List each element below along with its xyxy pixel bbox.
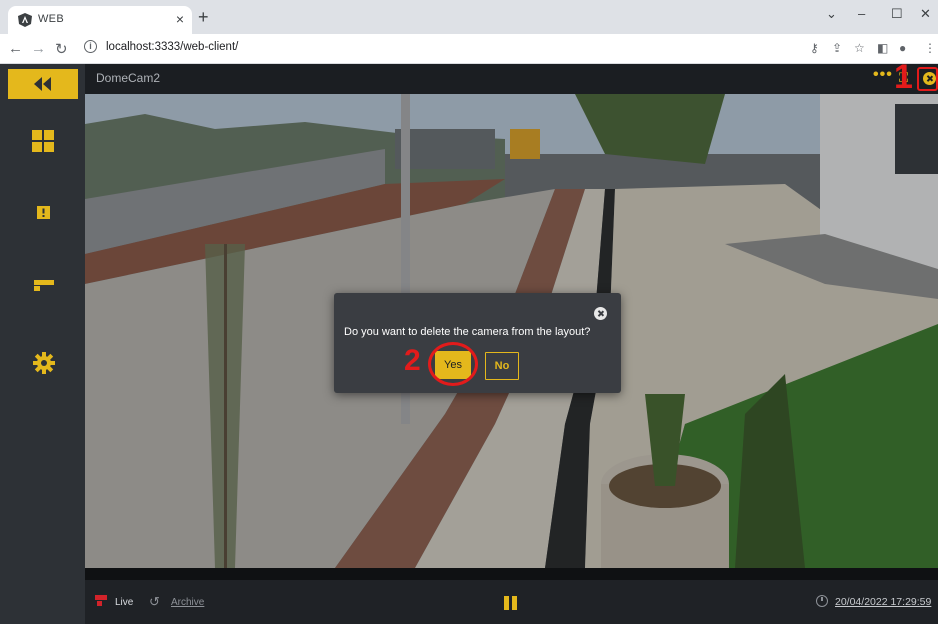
archive-tab[interactable]: Archive <box>171 597 204 608</box>
minimize-icon[interactable]: – <box>858 6 865 21</box>
cameras-icon[interactable] <box>34 280 54 291</box>
window-close-icon[interactable]: ✕ <box>920 6 931 22</box>
back-arrow-icon[interactable]: ← <box>8 40 23 57</box>
share-icon[interactable]: ⇪ <box>832 41 842 55</box>
key-icon[interactable]: ⚷ <box>810 41 819 55</box>
tab-title: WEB <box>38 13 64 25</box>
camera-name: DomeCam2 <box>96 71 161 85</box>
annotation-circle-yes <box>428 342 478 386</box>
pause-icon-bar <box>512 596 517 610</box>
url-text[interactable]: localhost:3333/web-client/ <box>106 41 238 53</box>
app-sidebar <box>0 64 85 624</box>
no-button[interactable]: No <box>485 352 519 380</box>
camera-header: DomeCam2 ••• ⛶ <box>85 64 938 94</box>
collapse-sidebar-button[interactable] <box>8 69 78 99</box>
browser-address-bar: ← → ↻ i localhost:3333/web-client/ ⚷ ⇪ ☆… <box>0 34 938 64</box>
layouts-grid-icon[interactable] <box>32 130 54 152</box>
live-tab[interactable]: Live <box>115 597 133 608</box>
profile-avatar-icon[interactable]: ● <box>899 41 906 55</box>
double-chevron-left-icon <box>34 77 51 91</box>
annotation-step-2: 2 <box>404 344 421 377</box>
browser-tab-bar: WEB × + ⌄ – ☐ ✕ <box>0 0 938 34</box>
browser-menu-icon[interactable]: ⋮ <box>924 41 936 55</box>
pause-button[interactable] <box>504 596 518 610</box>
clock-icon <box>816 595 828 607</box>
playback-footer: Live ↺ Archive 20/04/2022 17:29:59 <box>85 580 938 624</box>
omnibox[interactable]: i localhost:3333/web-client/ <box>80 38 810 60</box>
maximize-icon[interactable]: ☐ <box>891 6 903 22</box>
pause-icon-bar <box>504 596 509 610</box>
more-options-icon[interactable]: ••• <box>873 66 893 84</box>
annotation-step-1: 1 <box>894 58 913 96</box>
reload-icon[interactable]: ↻ <box>55 40 68 58</box>
playback-timestamp[interactable]: 20/04/2022 17:29:59 <box>835 596 931 608</box>
new-tab-button[interactable]: + <box>198 8 209 26</box>
live-camera-icon[interactable] <box>95 595 111 606</box>
tab-close-icon[interactable]: × <box>176 11 184 27</box>
bookmark-star-icon[interactable]: ☆ <box>854 41 865 55</box>
annotation-box-close <box>917 67 938 91</box>
forward-arrow-icon[interactable]: → <box>31 40 46 57</box>
browser-tab[interactable]: WEB × <box>8 6 192 34</box>
archive-history-icon[interactable]: ↺ <box>149 594 160 610</box>
delete-camera-dialog: Do you want to delete the camera from th… <box>334 293 621 393</box>
video-bottom-bar <box>85 568 938 580</box>
settings-gear-icon[interactable] <box>33 352 55 374</box>
side-panel-icon[interactable]: ◧ <box>877 41 888 55</box>
site-info-icon[interactable]: i <box>84 40 97 53</box>
dialog-close-icon[interactable] <box>594 307 607 320</box>
alerts-icon[interactable] <box>37 206 50 219</box>
tab-search-icon[interactable]: ⌄ <box>826 6 837 22</box>
app-favicon-icon <box>18 13 32 27</box>
dialog-message: Do you want to delete the camera from th… <box>344 326 591 338</box>
